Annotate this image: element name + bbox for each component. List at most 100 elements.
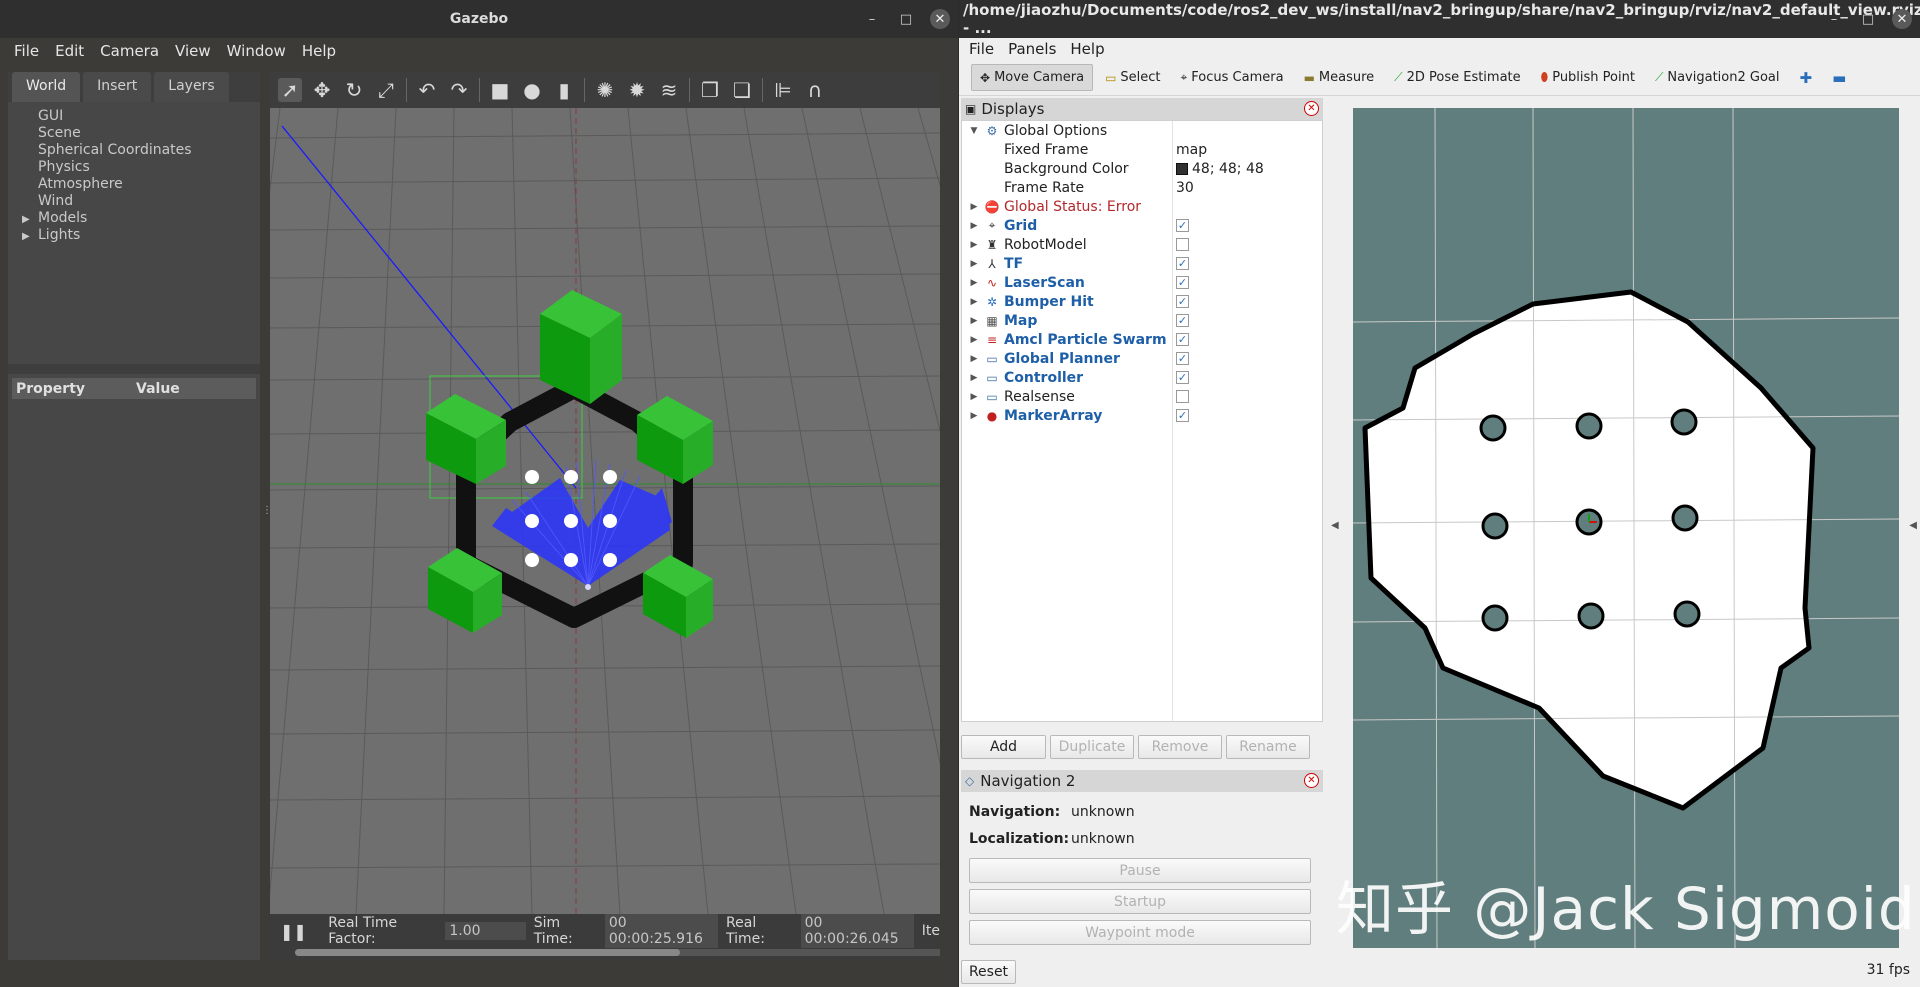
display-row-bumper-hit[interactable]: ▶ ✲ Bumper Hit ✓ [962, 292, 1322, 311]
sphere-shape-icon[interactable]: ● [520, 78, 544, 102]
minimize-icon[interactable]: – [862, 9, 882, 29]
display-row-map[interactable]: ▶ ▦ Map ✓ [962, 311, 1322, 330]
redo-icon[interactable]: ↷ [447, 78, 471, 102]
enable-checkbox[interactable] [1176, 238, 1189, 251]
menu-help[interactable]: Help [1064, 40, 1112, 58]
tool-2d-pose-estimate[interactable]: ⟋ 2D Pose Estimate [1386, 65, 1528, 90]
tab-insert[interactable]: Insert [83, 72, 152, 102]
rename-button[interactable]: Rename [1226, 735, 1310, 759]
tree-item-spherical-coordinates[interactable]: Spherical Coordinates [22, 142, 260, 159]
pause-icon[interactable]: ❚❚ [280, 922, 307, 941]
menu-window[interactable]: Window [219, 42, 294, 60]
collapsed-arrow-icon[interactable]: ▶ [968, 411, 980, 421]
collapsed-arrow-icon[interactable]: ▶ [968, 354, 980, 364]
display-row-markerarray[interactable]: ▶ ● MarkerArray ✓ [962, 406, 1322, 425]
expanded-arrow-icon[interactable]: ▼ [968, 126, 980, 136]
add-button[interactable]: Add [961, 735, 1046, 759]
tree-item-lights[interactable]: Lights [22, 227, 260, 245]
select-mode-icon[interactable]: ➚ [278, 78, 302, 102]
close-panel-icon[interactable]: ✕ [1304, 773, 1319, 788]
menu-file[interactable]: File [6, 42, 47, 60]
horizontal-scrollbar[interactable] [295, 949, 940, 956]
gazebo-scene[interactable] [270, 108, 940, 914]
scrollbar-thumb[interactable] [295, 949, 680, 956]
menu-edit[interactable]: Edit [47, 42, 92, 60]
close-icon[interactable]: ✕ [930, 9, 950, 29]
scale-mode-icon[interactable]: ⤢ [374, 78, 398, 102]
menu-panels[interactable]: Panels [1002, 40, 1064, 58]
enable-checkbox[interactable]: ✓ [1176, 409, 1189, 422]
display-row-robotmodel[interactable]: ▶ ♜ RobotModel [962, 235, 1322, 254]
collapsed-arrow-icon[interactable]: ▶ [968, 373, 980, 383]
panel-splitter[interactable] [8, 364, 260, 374]
maximize-icon[interactable]: □ [896, 9, 916, 29]
collapsed-arrow-icon[interactable]: ▶ [968, 392, 980, 402]
enable-checkbox[interactable]: ✓ [1176, 314, 1189, 327]
copy-icon[interactable]: ❐ [698, 78, 722, 102]
collapsed-arrow-icon[interactable]: ▶ [968, 221, 980, 231]
menu-camera[interactable]: Camera [92, 42, 167, 60]
tree-item-models[interactable]: Models [22, 210, 260, 228]
tree-item-scene[interactable]: Scene [22, 125, 260, 142]
gazebo-3d-view[interactable]: ➚ ✥ ↻ ⤢ ↶ ↷ ■ ● ▮ ✺ ✹ ≋ ❐ ❏ ⊫ ∩ ❚❚ Real … [270, 72, 940, 960]
display-row-controller[interactable]: ▶ ▭ Controller ✓ [962, 368, 1322, 387]
frame-rate-value[interactable]: 30 [1176, 180, 1194, 196]
rotate-mode-icon[interactable]: ↻ [342, 78, 366, 102]
point-light-icon[interactable]: ✺ [593, 78, 617, 102]
undo-icon[interactable]: ↶ [415, 78, 439, 102]
maximize-icon[interactable]: □ [1858, 9, 1878, 29]
translate-mode-icon[interactable]: ✥ [310, 78, 334, 102]
collapsed-arrow-icon[interactable]: ▶ [968, 240, 980, 250]
startup-button[interactable]: Startup [969, 889, 1311, 914]
occupancy-map[interactable] [1353, 108, 1899, 948]
menu-file[interactable]: File [963, 40, 1002, 58]
tree-row-background-color[interactable]: Background Color 48; 48; 48 [962, 159, 1322, 178]
collapsed-arrow-icon[interactable]: ▶ [968, 316, 980, 326]
tree-row-global-status[interactable]: ▶ ⛔ Global Status: Error [962, 197, 1322, 216]
tree-row-global-options[interactable]: ▼ ⚙ Global Options [962, 121, 1322, 140]
display-row-laserscan[interactable]: ▶ ∿ LaserScan ✓ [962, 273, 1322, 292]
tool-select[interactable]: ▭ Select [1097, 65, 1168, 90]
tool-measure[interactable]: ▬ Measure [1296, 65, 1383, 90]
enable-checkbox[interactable]: ✓ [1176, 333, 1189, 346]
collapsed-arrow-icon[interactable]: ▶ [968, 259, 980, 269]
waypoint-mode-button[interactable]: Waypoint mode [969, 920, 1311, 945]
paste-icon[interactable]: ❏ [730, 78, 754, 102]
enable-checkbox[interactable] [1176, 390, 1189, 403]
enable-checkbox[interactable]: ✓ [1176, 371, 1189, 384]
spot-light-icon[interactable]: ✹ [625, 78, 649, 102]
menu-help[interactable]: Help [294, 42, 344, 60]
collapsed-arrow-icon[interactable]: ▶ [968, 335, 980, 345]
close-icon[interactable]: ✕ [1892, 9, 1912, 29]
align-icon[interactable]: ⊫ [771, 78, 795, 102]
tab-layers[interactable]: Layers [154, 72, 229, 102]
tool-nav2-goal[interactable]: ⟋ Navigation2 Goal [1647, 65, 1788, 90]
tab-world[interactable]: World [12, 72, 81, 102]
collapse-right-icon[interactable]: ◀ [1909, 520, 1917, 531]
tool-publish-point[interactable]: ⬮ Publish Point [1533, 65, 1643, 90]
collapsed-arrow-icon[interactable]: ▶ [968, 278, 980, 288]
fixed-frame-value[interactable]: map [1176, 142, 1207, 158]
reset-button[interactable]: Reset [961, 960, 1016, 984]
enable-checkbox[interactable]: ✓ [1176, 276, 1189, 289]
display-row-tf[interactable]: ▶ ⅄ TF ✓ [962, 254, 1322, 273]
tree-item-physics[interactable]: Physics [22, 159, 260, 176]
enable-checkbox[interactable]: ✓ [1176, 295, 1189, 308]
enable-checkbox[interactable]: ✓ [1176, 219, 1189, 232]
cylinder-shape-icon[interactable]: ▮ [552, 78, 576, 102]
display-row-global-planner[interactable]: ▶ ▭ Global Planner ✓ [962, 349, 1322, 368]
collapsed-arrow-icon[interactable]: ▶ [968, 202, 980, 212]
minimize-icon[interactable]: – [1824, 9, 1844, 29]
tool-focus-camera[interactable]: ⌖ Focus Camera [1173, 65, 1292, 90]
collapse-left-icon[interactable]: ◀ [1331, 520, 1339, 531]
pause-button[interactable]: Pause [969, 858, 1311, 883]
background-color-value[interactable]: 48; 48; 48 [1176, 161, 1264, 177]
enable-checkbox[interactable]: ✓ [1176, 352, 1189, 365]
directional-light-icon[interactable]: ≋ [657, 78, 681, 102]
duplicate-button[interactable]: Duplicate [1050, 735, 1134, 759]
remove-tool-button[interactable]: ▬ [1824, 64, 1854, 92]
snap-icon[interactable]: ∩ [803, 78, 827, 102]
display-row-realsense[interactable]: ▶ ▭ Realsense [962, 387, 1322, 406]
close-panel-icon[interactable]: ✕ [1304, 101, 1319, 116]
remove-button[interactable]: Remove [1138, 735, 1222, 759]
